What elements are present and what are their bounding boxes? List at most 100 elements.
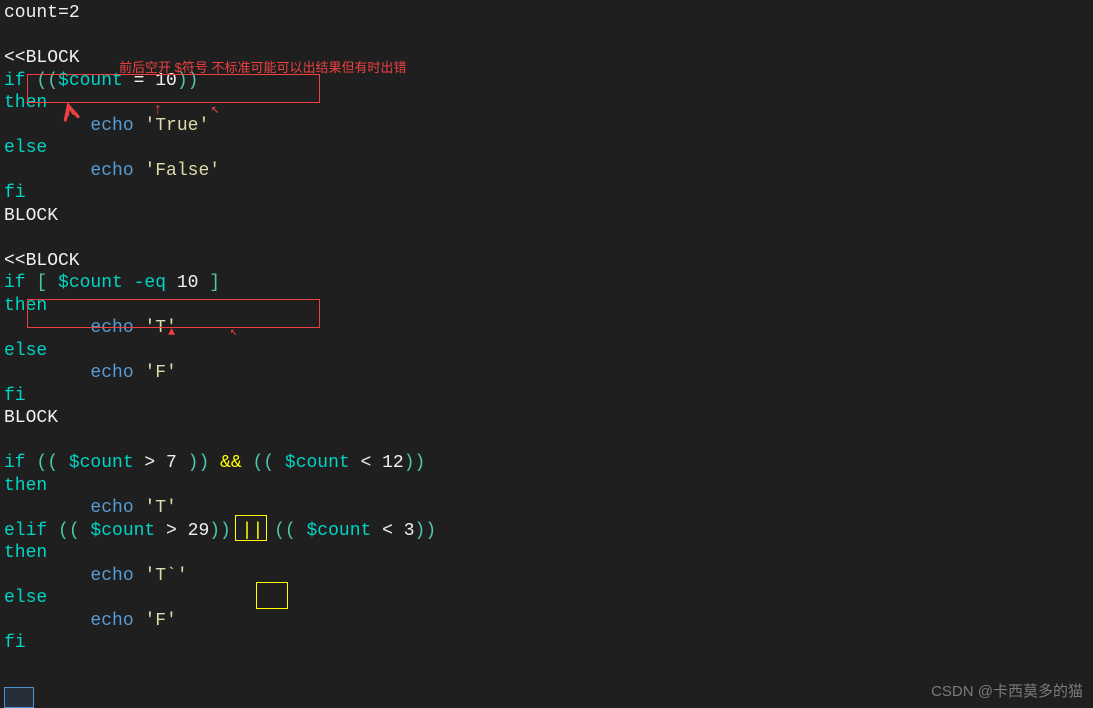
var-name: count xyxy=(4,3,58,23)
number: 10 xyxy=(177,273,199,293)
code-line: elif (( $count > 29)) || (( $count < 3)) xyxy=(4,520,1089,543)
bracket: ] xyxy=(198,273,220,293)
keyword-if: if xyxy=(4,273,36,293)
indent xyxy=(4,363,90,383)
block-marker: <<BLOCK xyxy=(4,48,80,68)
number: 10 xyxy=(155,71,177,91)
operator-and: && xyxy=(220,453,242,473)
paren: (( xyxy=(36,453,68,473)
number: 3 xyxy=(404,521,415,541)
keyword-then: then xyxy=(4,476,47,496)
code-line: echo 'T`' xyxy=(4,565,1089,588)
code-line: if (( $count > 7 )) && (( $count < 12)) xyxy=(4,452,1089,475)
paren: (( xyxy=(242,453,285,473)
code-line: echo 'False' xyxy=(4,160,1089,183)
code-line: <<BLOCK xyxy=(4,250,1089,273)
number: 29 xyxy=(188,521,210,541)
code-line xyxy=(4,25,1089,48)
paren: )) xyxy=(177,453,220,473)
operator-or: || xyxy=(242,521,264,541)
operator: -eq xyxy=(123,273,177,293)
code-line: echo 'T' xyxy=(4,317,1089,340)
indent xyxy=(4,611,90,631)
block-marker: BLOCK xyxy=(4,206,58,226)
string: 'T' xyxy=(144,498,176,518)
code-line: then xyxy=(4,92,1089,115)
code-line: else xyxy=(4,587,1089,610)
keyword-echo: echo xyxy=(90,611,144,631)
indent xyxy=(4,116,90,136)
keyword-else: else xyxy=(4,341,47,361)
indent xyxy=(4,498,90,518)
paren: )) xyxy=(415,521,437,541)
keyword-then: then xyxy=(4,543,47,563)
code-line: echo 'F' xyxy=(4,610,1089,633)
keyword-echo: echo xyxy=(90,498,144,518)
string: 'True' xyxy=(144,116,209,136)
string: 'T`' xyxy=(144,566,187,586)
operator: < xyxy=(371,521,403,541)
block-marker: <<BLOCK xyxy=(4,251,80,271)
string: 'F' xyxy=(144,363,176,383)
code-line: then xyxy=(4,475,1089,498)
code-editor[interactable]: count=2 <<BLOCK if (($count = 10)) then … xyxy=(0,0,1093,657)
code-line: then xyxy=(4,295,1089,318)
code-line: echo 'T' xyxy=(4,497,1089,520)
keyword-then: then xyxy=(4,296,47,316)
keyword-else: else xyxy=(4,588,47,608)
paren: (( xyxy=(58,521,90,541)
paren: )) xyxy=(404,453,426,473)
operator: > xyxy=(155,521,187,541)
keyword-echo: echo xyxy=(90,116,144,136)
code-line: fi xyxy=(4,385,1089,408)
variable: $count xyxy=(90,521,155,541)
code-line: echo 'True' xyxy=(4,115,1089,138)
paren: )) xyxy=(209,521,241,541)
string: 'False' xyxy=(144,161,220,181)
code-line: fi xyxy=(4,632,1089,655)
string: 'T' xyxy=(144,318,176,338)
keyword-fi: fi xyxy=(4,633,26,653)
keyword-echo: echo xyxy=(90,566,144,586)
code-line: BLOCK xyxy=(4,205,1089,228)
code-line: else xyxy=(4,137,1089,160)
keyword-if: if xyxy=(4,453,36,473)
operator: = xyxy=(58,3,69,23)
keyword-if: if xyxy=(4,71,36,91)
number: 2 xyxy=(69,3,80,23)
cursor-selection xyxy=(4,687,34,708)
variable: $count xyxy=(69,453,134,473)
indent xyxy=(4,318,90,338)
operator: = xyxy=(123,71,155,91)
code-line xyxy=(4,227,1089,250)
variable: $count xyxy=(285,453,350,473)
code-line: else xyxy=(4,340,1089,363)
number: 7 xyxy=(166,453,177,473)
paren: (( xyxy=(36,71,58,91)
variable: $count xyxy=(306,521,371,541)
paren: (( xyxy=(263,521,306,541)
operator: > xyxy=(134,453,166,473)
keyword-fi: fi xyxy=(4,386,26,406)
code-line: if (($count = 10)) xyxy=(4,70,1089,93)
keyword-else: else xyxy=(4,138,47,158)
variable: $count xyxy=(58,71,123,91)
keyword-then: then xyxy=(4,93,47,113)
code-line: BLOCK xyxy=(4,407,1089,430)
indent xyxy=(4,161,90,181)
code-line: echo 'F' xyxy=(4,362,1089,385)
code-line: fi xyxy=(4,182,1089,205)
indent xyxy=(4,566,90,586)
block-marker: BLOCK xyxy=(4,408,58,428)
code-line: then xyxy=(4,542,1089,565)
keyword-echo: echo xyxy=(90,318,144,338)
code-line xyxy=(4,430,1089,453)
code-line: count=2 xyxy=(4,2,1089,25)
code-line: <<BLOCK xyxy=(4,47,1089,70)
bracket: [ xyxy=(36,273,58,293)
watermark: CSDN @卡西莫多的猫 xyxy=(931,681,1083,704)
variable: $count xyxy=(58,273,123,293)
code-line: if [ $count -eq 10 ] xyxy=(4,272,1089,295)
string: 'F' xyxy=(144,611,176,631)
keyword-echo: echo xyxy=(90,161,144,181)
